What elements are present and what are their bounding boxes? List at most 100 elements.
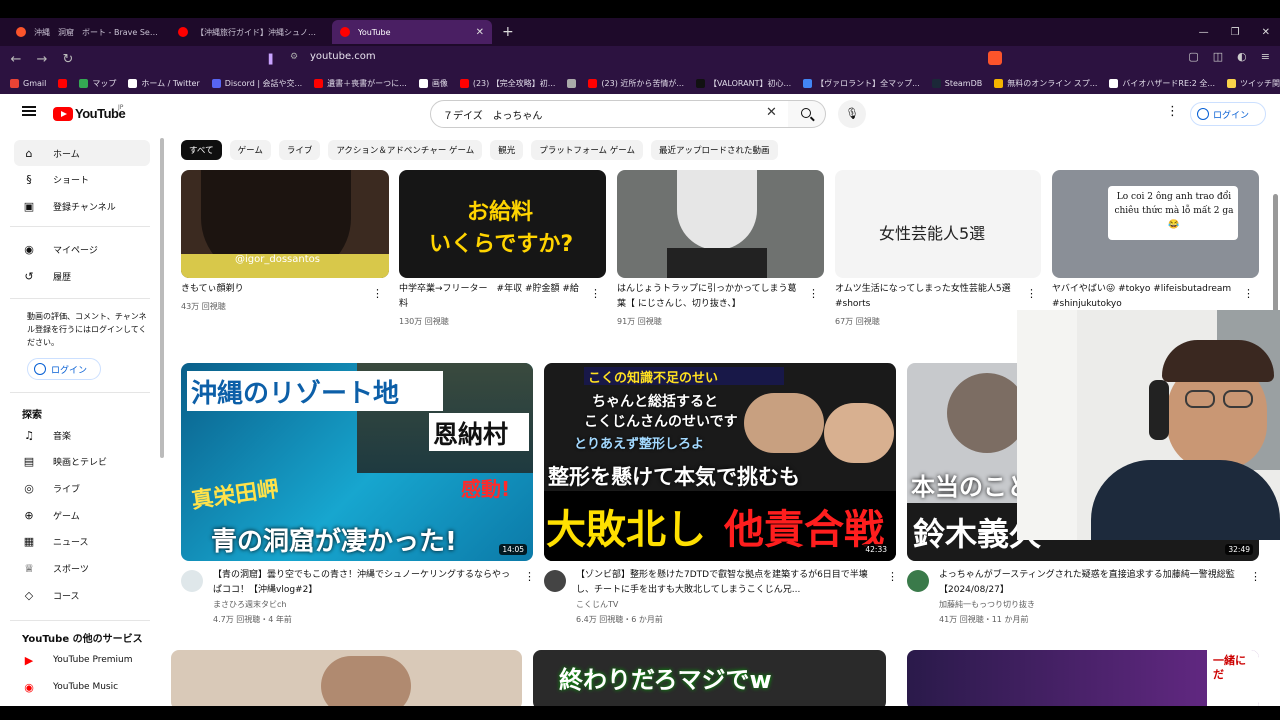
clear-search-icon[interactable]: ✕ [766, 105, 777, 120]
bookmark-item[interactable]: Gmail [10, 78, 46, 88]
bookmark-item[interactable]: (23) 近所から苦情が... [588, 78, 684, 89]
search-button[interactable] [788, 100, 826, 128]
youtube-logo[interactable]: YouTube [53, 106, 126, 121]
bookmark-item[interactable]: 【VALORANT】初心... [696, 78, 791, 89]
bookmark-item[interactable]: ホーム / Twitter [128, 78, 200, 89]
sidebar-item-music[interactable]: ♫ 音楽 [14, 422, 150, 448]
back-icon[interactable]: ← [6, 52, 26, 67]
sidebar-item-news[interactable]: ▦ ニュース [14, 529, 150, 555]
guide-menu-icon[interactable] [22, 106, 36, 116]
bookmark-item[interactable]: ツイッチ関連 [1227, 78, 1280, 89]
filter-chip[interactable]: すべて [181, 140, 222, 160]
short-title[interactable]: 中学卒業→フリーター #年収 #貯金額 #給料 [399, 282, 587, 312]
more-actions-icon[interactable]: ⋮ [524, 570, 535, 583]
short-title[interactable]: オムツ生活になってしまった女性芸能人5選#shorts [835, 282, 1023, 312]
bookmark-item[interactable]: 【ヴァロラント】全マップ... [803, 78, 920, 89]
bookmark-page-icon[interactable]: ❚ [266, 52, 275, 65]
bookmark-item[interactable]: マップ [79, 78, 116, 89]
sidebar-item-courses[interactable]: ◇ コース [14, 582, 150, 608]
bookmark-item[interactable]: 遺書＋喪書がーつに... [314, 78, 407, 89]
new-tab-icon[interactable]: + [502, 24, 514, 40]
channel-name[interactable]: 加藤純一もっつり切り抜き [939, 598, 1035, 612]
video-title[interactable]: 【青の洞窟】曇り空でもこの青さ！沖縄でシュノーケリングするならやっぱココ！【沖縄… [213, 568, 515, 598]
sidebar-item-youtube-music[interactable]: ◉ YouTube Music [14, 674, 150, 700]
restore-icon[interactable]: ❐ [1231, 27, 1240, 38]
filter-chip[interactable]: 最近アップロードされた動画 [651, 140, 778, 160]
bookmark-item[interactable]: 無料のオンライン スプ... [994, 78, 1097, 89]
video-thumbnail-5[interactable]: 終わりだろマジでw [533, 650, 886, 706]
short-title[interactable]: きもてぃ顔剃り [181, 282, 369, 297]
bookmark-item[interactable]: バイオハザードRE:2 全... [1109, 78, 1215, 89]
sidebar-item-youtube-premium[interactable]: ▶ YouTube Premium [14, 647, 150, 673]
site-info-icon[interactable]: ⚙ [290, 52, 298, 62]
bookmark-item[interactable]: (23) 【完全攻略】初... [459, 78, 555, 89]
sidebar-item-movies[interactable]: ▤ 映画とテレビ [14, 449, 150, 475]
more-actions-icon[interactable]: ⋮ [1243, 287, 1254, 300]
sidebar-item-account[interactable]: ◉ マイページ [14, 236, 150, 262]
video-thumbnail-2[interactable]: こくの知識不足のせい ちゃんと総括すると こくじんさんのせいです とりあえず整形… [544, 363, 896, 561]
sidebar-sign-in-button[interactable]: ログイン [27, 358, 101, 380]
more-actions-icon[interactable]: ⋮ [1026, 287, 1037, 300]
filter-chip[interactable]: アクション＆アドベンチャー ゲーム [328, 140, 483, 160]
sidebar-scrollbar[interactable] [160, 138, 164, 458]
vpn-icon[interactable]: ◐ [1237, 50, 1247, 63]
bookmark-item[interactable] [567, 78, 577, 88]
bookmark-item[interactable]: 画像 [418, 78, 448, 89]
video-title[interactable]: 【ゾンビ部】整形を懸けた7DTDで叡智な拠点を建築するが6日目で半壊し、チートに… [576, 568, 878, 598]
toolbar-right: ▢ ◫ ◐ ≡ [1188, 50, 1270, 63]
channel-avatar[interactable] [907, 570, 929, 592]
sidebar-item-home[interactable]: ⌂ ホーム [14, 140, 150, 166]
bookmark-item[interactable]: Discord | 会話や交... [211, 78, 302, 89]
tab-okinawa-guide[interactable]: 【沖縄旅行ガイド】沖縄シュノーケリングス [170, 20, 330, 44]
brave-shields-icon[interactable] [988, 51, 1002, 65]
short-thumbnail-3[interactable] [617, 170, 824, 278]
sidebar-toggle-icon[interactable]: ◫ [1213, 50, 1223, 63]
video-thumbnail-4[interactable] [171, 650, 522, 706]
forward-icon[interactable]: → [32, 52, 52, 67]
url-field[interactable]: youtube.com [310, 51, 376, 62]
filter-chip[interactable]: ゲーム [229, 140, 271, 160]
close-window-icon[interactable]: ✕ [1262, 27, 1270, 38]
short-thumbnail-4[interactable]: 女性芸能人5選 [835, 170, 1041, 278]
menu-icon[interactable]: ≡ [1261, 50, 1270, 63]
voice-search-icon[interactable]: 🎙 [838, 100, 866, 128]
sidebar-item-subscriptions[interactable]: ▣ 登録チャンネル [14, 193, 150, 219]
bookmark-item[interactable] [58, 78, 68, 88]
more-actions-icon[interactable]: ⋮ [808, 287, 819, 300]
short-title[interactable]: はんじょうトラップに引っかかってしまう葛葉【 にじさんじ、切り抜き、】 [617, 282, 805, 312]
settings-more-icon[interactable]: ⋮ [1166, 104, 1179, 119]
filter-chip[interactable]: プラットフォーム ゲーム [531, 140, 644, 160]
sidebar-item-gaming[interactable]: ⊕ ゲーム [14, 502, 150, 528]
tab-youtube[interactable]: YouTube ✕ [332, 20, 492, 44]
more-actions-icon[interactable]: ⋮ [887, 570, 898, 583]
sidebar-item-live[interactable]: ◎ ライブ [14, 475, 150, 501]
search-input[interactable]: ７デイズ よっちゃん [430, 100, 790, 128]
wallet-icon[interactable]: ▢ [1188, 50, 1198, 63]
filter-chip[interactable]: 観光 [490, 140, 524, 160]
video-thumbnail-1[interactable]: 沖縄のリゾート地 恩納村 真栄田岬 感動! 青の洞窟が凄かった! 14:05 [181, 363, 533, 561]
more-actions-icon[interactable]: ⋮ [1250, 570, 1261, 583]
close-tab-icon[interactable]: ✕ [476, 27, 484, 38]
filter-chip[interactable]: ライブ [278, 140, 321, 160]
bookmark-item[interactable]: SteamDB [931, 78, 982, 88]
short-thumbnail-5[interactable]: Lo coi 2 ông anh trao đổi chiêu thức mà … [1052, 170, 1259, 278]
video-title[interactable]: よっちゃんがブースティングされた疑惑を直接追求する加藤純一警視総監【2024/0… [939, 568, 1241, 598]
channel-avatar[interactable] [181, 570, 203, 592]
channel-name[interactable]: まさひろ週末タビch [213, 598, 286, 612]
reload-icon[interactable]: ↻ [58, 52, 78, 67]
channel-avatar[interactable] [544, 570, 566, 592]
minimize-icon[interactable]: — [1199, 27, 1209, 38]
short-thumbnail-1[interactable]: @igor_dossantos [181, 170, 389, 278]
sidebar-item-sports[interactable]: ♕ スポーツ [14, 556, 150, 582]
sidebar-item-history[interactable]: ↺ 履歴 [14, 263, 150, 289]
more-actions-icon[interactable]: ⋮ [372, 287, 383, 300]
channel-name[interactable]: こくじんTV [576, 598, 618, 612]
short-title[interactable]: ヤバイやばい😜 #tokyo #lifeisbutadream #shinjuk… [1052, 282, 1240, 312]
sign-in-button[interactable]: ログイン [1190, 102, 1266, 126]
video-thumbnail-6[interactable]: 一緒にだ [907, 650, 1259, 706]
character-hair-shape [677, 170, 757, 250]
sidebar-item-shorts[interactable]: § ショート [14, 166, 150, 192]
tab-brave-search[interactable]: 沖縄 洞窟 ボート - Brave Search [8, 20, 168, 44]
more-actions-icon[interactable]: ⋮ [590, 287, 601, 300]
short-thumbnail-2[interactable]: お給料 いくらですか? [399, 170, 606, 278]
